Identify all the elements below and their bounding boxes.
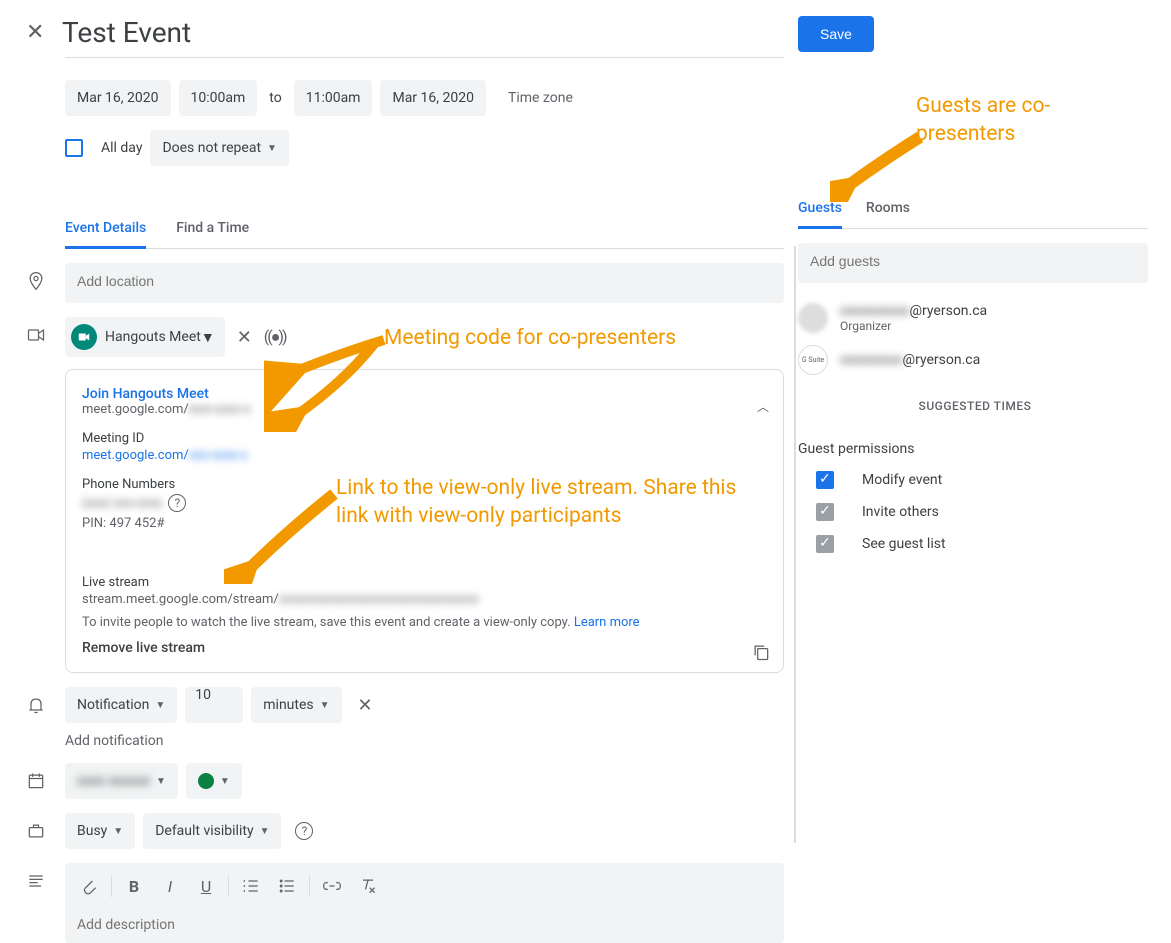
location-icon xyxy=(26,263,65,291)
bold-icon[interactable]: B xyxy=(116,868,152,904)
timezone-link[interactable]: Time zone xyxy=(508,90,573,106)
perm-modify-checkbox[interactable] xyxy=(816,471,834,489)
learn-more-link[interactable]: Learn more xyxy=(574,615,640,630)
avatar: G Suite xyxy=(798,345,828,375)
save-button[interactable]: Save xyxy=(798,16,874,52)
numbered-list-icon[interactable] xyxy=(233,868,269,904)
perm-invite-checkbox[interactable] xyxy=(816,503,834,521)
guest-row[interactable]: xxxxxxxxxx@ryerson.ca Organizer xyxy=(798,297,1148,339)
add-notification-button[interactable]: Add notification xyxy=(65,733,784,749)
end-time[interactable]: 11:00am xyxy=(294,80,373,116)
notification-value-input[interactable]: 10 xyxy=(185,687,243,723)
start-date[interactable]: Mar 16, 2020 xyxy=(65,80,171,116)
event-color-dot xyxy=(198,773,214,789)
livestream-toggle-icon[interactable]: ((●)) xyxy=(264,327,286,347)
scroll-indicator xyxy=(794,246,796,843)
remove-conference-icon[interactable]: ✕ xyxy=(237,327,252,348)
phone-label: Phone Numbers xyxy=(82,477,767,492)
annotation-guests: Guests are co-presenters xyxy=(916,92,1136,149)
tab-guests[interactable]: Guests xyxy=(798,190,842,229)
calendar-icon xyxy=(26,763,65,791)
suggested-times-button[interactable]: SUGGESTED TIMES xyxy=(802,399,1148,413)
hangouts-meet-icon xyxy=(71,324,97,350)
availability-select[interactable]: Busy▼ xyxy=(65,813,135,849)
livestream-label: Live stream xyxy=(82,575,767,590)
description-input[interactable]: Add description xyxy=(65,909,784,943)
location-input[interactable] xyxy=(65,263,784,303)
event-title[interactable]: Test Event xyxy=(62,16,784,49)
italic-icon[interactable]: I xyxy=(152,868,188,904)
allday-label: All day xyxy=(101,140,142,156)
notification-unit-select[interactable]: minutes▼ xyxy=(251,687,341,723)
start-time[interactable]: 10:00am xyxy=(179,80,258,116)
perm-see-checkbox[interactable] xyxy=(816,535,834,553)
collapse-icon[interactable]: ︿ xyxy=(757,398,769,415)
perm-see-label: See guest list xyxy=(862,536,946,552)
description-toolbar: B I U xyxy=(65,863,784,909)
copy-icon[interactable] xyxy=(751,642,771,666)
to-label: to xyxy=(265,90,285,106)
video-icon xyxy=(26,317,65,345)
clear-format-icon[interactable] xyxy=(350,868,386,904)
allday-checkbox[interactable] xyxy=(65,139,83,157)
color-select[interactable]: ▼ xyxy=(186,763,242,799)
join-meet-link[interactable]: Join Hangouts Meet xyxy=(82,386,767,402)
bell-icon xyxy=(26,687,65,715)
remove-livestream-button[interactable]: Remove live stream xyxy=(82,640,767,656)
meeting-id-label: Meeting ID xyxy=(82,431,767,446)
bullet-list-icon[interactable] xyxy=(269,868,305,904)
close-icon[interactable]: ✕ xyxy=(26,20,54,45)
tab-find-time[interactable]: Find a Time xyxy=(176,210,249,249)
calendar-select[interactable]: xxxx xxxxxx▼ xyxy=(65,763,178,799)
attach-icon[interactable] xyxy=(71,868,107,904)
permissions-title: Guest permissions xyxy=(798,441,1148,457)
remove-notification-icon[interactable]: ✕ xyxy=(358,695,373,716)
briefcase-icon xyxy=(26,813,65,841)
tab-rooms[interactable]: Rooms xyxy=(866,190,910,229)
notification-type-select[interactable]: Notification▼ xyxy=(65,687,177,723)
repeat-select[interactable]: Does not repeat▼ xyxy=(150,130,289,166)
description-icon xyxy=(26,863,65,891)
perm-modify-label: Modify event xyxy=(862,472,942,488)
pin-label: PIN: 497 452# xyxy=(82,516,767,531)
conference-details: ︿ Join Hangouts Meet meet.google.com/ixx… xyxy=(65,369,784,673)
visibility-select[interactable]: Default visibility▼ xyxy=(143,813,281,849)
phone-help-icon[interactable]: ? xyxy=(168,494,186,512)
visibility-help-icon[interactable]: ? xyxy=(295,822,313,840)
add-guests-input[interactable] xyxy=(798,243,1148,283)
link-icon[interactable] xyxy=(314,868,350,904)
perm-invite-label: Invite others xyxy=(862,504,939,520)
guest-row[interactable]: G Suite xxxxxxxxx@ryerson.ca xyxy=(798,339,1148,381)
end-date[interactable]: Mar 16, 2020 xyxy=(380,80,486,116)
conference-select[interactable]: Hangouts Meet ▼ xyxy=(65,317,225,357)
underline-icon[interactable]: U xyxy=(188,868,224,904)
tab-event-details[interactable]: Event Details xyxy=(65,210,146,249)
avatar xyxy=(798,303,828,333)
